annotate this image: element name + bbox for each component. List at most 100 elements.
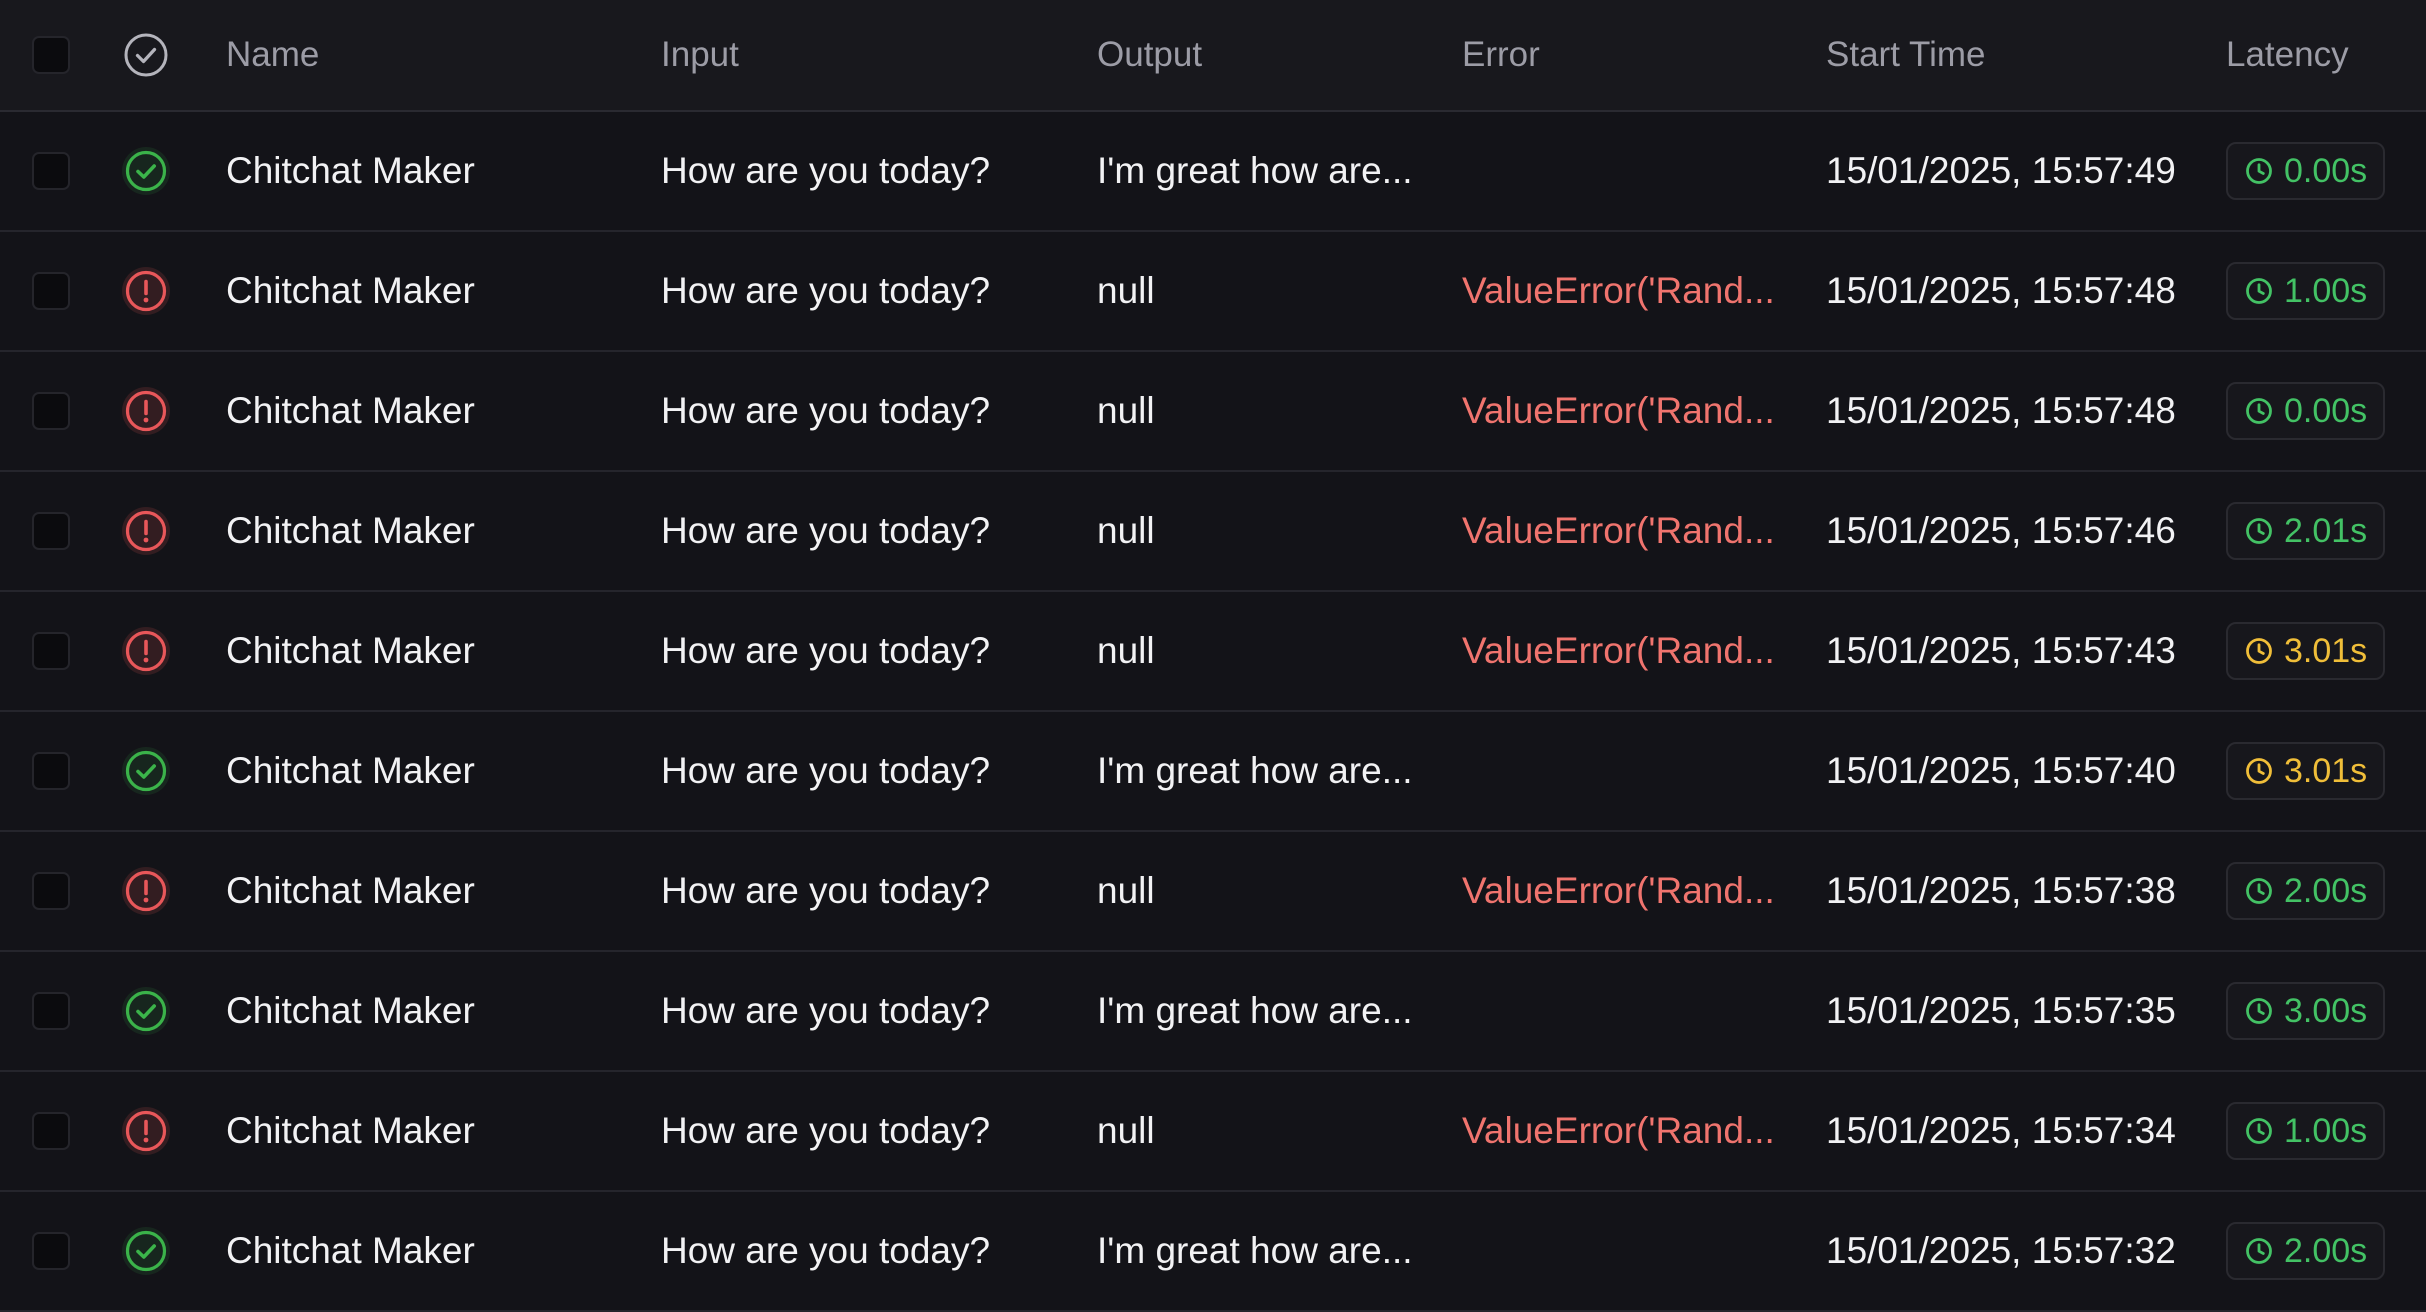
- latency-badge: 1.00s: [2226, 262, 2386, 320]
- output-cell: null: [1097, 1110, 1155, 1151]
- error-cell: ValueError('Rand...: [1462, 1110, 1775, 1151]
- table-header: Name Input Output Error Start Time Laten…: [0, 0, 2426, 112]
- start-time-cell: 15/01/2025, 15:57:49: [1826, 150, 2176, 191]
- row-checkbox[interactable]: [32, 992, 70, 1030]
- error-cell: ValueError('Rand...: [1462, 510, 1775, 551]
- name-cell: Chitchat Maker: [226, 870, 475, 911]
- row-checkbox[interactable]: [32, 1112, 70, 1150]
- column-header-error[interactable]: Error: [1462, 0, 1792, 110]
- row-checkbox[interactable]: [32, 392, 70, 430]
- start-time-cell: 15/01/2025, 15:57:43: [1826, 630, 2176, 671]
- latency-cell: 3.00s: [2226, 952, 2416, 1070]
- input-cell: How are you today?: [661, 150, 991, 191]
- output-cell: null: [1097, 870, 1155, 911]
- latency-cell: 3.01s: [2226, 712, 2416, 830]
- check-circle-icon: [122, 1227, 170, 1275]
- status-cell: [120, 352, 174, 470]
- row-checkbox[interactable]: [32, 1232, 70, 1270]
- status-cell: [120, 712, 174, 830]
- output-cell: I'm great how are...: [1097, 990, 1413, 1031]
- table-row[interactable]: Chitchat Maker How are you today? null V…: [0, 1072, 2426, 1192]
- alert-circle-icon: [122, 507, 170, 555]
- table-row[interactable]: Chitchat Maker How are you today? null V…: [0, 232, 2426, 352]
- name-cell: Chitchat Maker: [226, 990, 475, 1031]
- latency-badge: 0.00s: [2226, 142, 2386, 200]
- output-cell: null: [1097, 270, 1155, 311]
- clock-icon: [2246, 878, 2272, 904]
- check-circle-icon: [122, 747, 170, 795]
- output-cell: null: [1097, 390, 1155, 431]
- clock-icon: [2246, 1118, 2272, 1144]
- name-cell: Chitchat Maker: [226, 510, 475, 551]
- name-cell: Chitchat Maker: [226, 1110, 475, 1151]
- column-header-name[interactable]: Name: [226, 0, 626, 110]
- status-cell: [120, 232, 174, 350]
- start-time-cell: 15/01/2025, 15:57:38: [1826, 870, 2176, 911]
- clock-icon: [2246, 1238, 2272, 1264]
- status-cell: [120, 112, 174, 230]
- row-checkbox[interactable]: [32, 872, 70, 910]
- row-checkbox[interactable]: [32, 752, 70, 790]
- clock-icon: [2246, 398, 2272, 424]
- name-cell: Chitchat Maker: [226, 630, 475, 671]
- select-all-checkbox[interactable]: [32, 36, 70, 74]
- status-header: [120, 0, 174, 110]
- clock-icon: [2246, 158, 2272, 184]
- error-cell: ValueError('Rand...: [1462, 630, 1775, 671]
- error-cell: ValueError('Rand...: [1462, 270, 1775, 311]
- start-time-cell: 15/01/2025, 15:57:40: [1826, 750, 2176, 791]
- latency-value: 3.01s: [2284, 631, 2368, 670]
- input-cell: How are you today?: [661, 990, 991, 1031]
- column-header-input[interactable]: Input: [661, 0, 1081, 110]
- check-circle-icon: [124, 33, 168, 77]
- latency-cell: 2.00s: [2226, 832, 2416, 950]
- status-cell: [120, 1072, 174, 1190]
- error-cell: [1462, 1192, 1792, 1310]
- error-cell: [1462, 712, 1792, 830]
- row-checkbox[interactable]: [32, 152, 70, 190]
- output-cell: I'm great how are...: [1097, 150, 1413, 191]
- alert-circle-icon: [122, 867, 170, 915]
- column-header-latency[interactable]: Latency: [2226, 0, 2416, 110]
- check-circle-icon: [122, 987, 170, 1035]
- start-time-cell: 15/01/2025, 15:57:35: [1826, 990, 2176, 1031]
- name-cell: Chitchat Maker: [226, 390, 475, 431]
- table-row[interactable]: Chitchat Maker How are you today? I'm gr…: [0, 112, 2426, 232]
- input-cell: How are you today?: [661, 390, 991, 431]
- row-checkbox[interactable]: [32, 272, 70, 310]
- table-row[interactable]: Chitchat Maker How are you today? I'm gr…: [0, 712, 2426, 832]
- runs-table: Name Input Output Error Start Time Laten…: [0, 0, 2426, 1312]
- table-row[interactable]: Chitchat Maker How are you today? null V…: [0, 592, 2426, 712]
- table-row[interactable]: Chitchat Maker How are you today? I'm gr…: [0, 952, 2426, 1072]
- status-cell: [120, 952, 174, 1070]
- latency-badge: 3.01s: [2226, 622, 2386, 680]
- error-cell: [1462, 952, 1792, 1070]
- error-cell: ValueError('Rand...: [1462, 870, 1775, 911]
- input-cell: How are you today?: [661, 1110, 991, 1151]
- output-cell: I'm great how are...: [1097, 1230, 1413, 1271]
- latency-cell: 0.00s: [2226, 352, 2416, 470]
- latency-value: 1.00s: [2284, 1111, 2368, 1150]
- output-cell: null: [1097, 510, 1155, 551]
- table-row[interactable]: Chitchat Maker How are you today? null V…: [0, 832, 2426, 952]
- name-cell: Chitchat Maker: [226, 270, 475, 311]
- column-header-output[interactable]: Output: [1097, 0, 1457, 110]
- input-cell: How are you today?: [661, 1230, 991, 1271]
- start-time-cell: 15/01/2025, 15:57:32: [1826, 1230, 2176, 1271]
- table-row[interactable]: Chitchat Maker How are you today? I'm gr…: [0, 1192, 2426, 1312]
- status-cell: [120, 832, 174, 950]
- latency-cell: 1.00s: [2226, 232, 2416, 350]
- row-checkbox[interactable]: [32, 512, 70, 550]
- row-checkbox[interactable]: [32, 632, 70, 670]
- status-cell: [120, 1192, 174, 1310]
- latency-badge: 1.00s: [2226, 1102, 2386, 1160]
- output-cell: I'm great how are...: [1097, 750, 1413, 791]
- start-time-cell: 15/01/2025, 15:57:46: [1826, 510, 2176, 551]
- table-row[interactable]: Chitchat Maker How are you today? null V…: [0, 352, 2426, 472]
- latency-badge: 2.00s: [2226, 862, 2386, 920]
- start-time-cell: 15/01/2025, 15:57:48: [1826, 390, 2176, 431]
- column-header-start-time[interactable]: Start Time: [1826, 0, 2206, 110]
- table-row[interactable]: Chitchat Maker How are you today? null V…: [0, 472, 2426, 592]
- latency-value: 3.00s: [2284, 991, 2368, 1030]
- latency-badge: 3.01s: [2226, 742, 2386, 800]
